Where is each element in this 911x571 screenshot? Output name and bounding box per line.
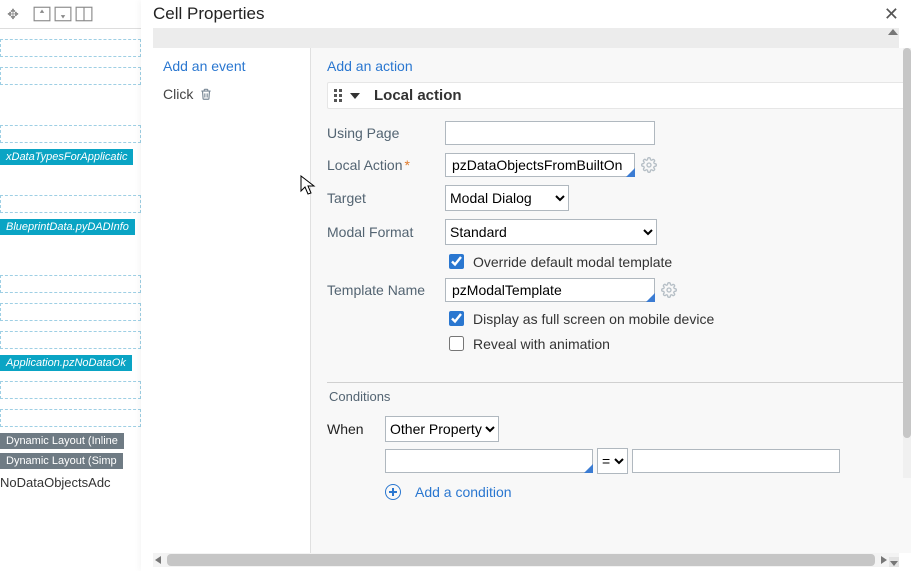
condition-rhs-input[interactable] <box>632 449 840 473</box>
full-screen-mobile-label[interactable]: Display as full screen on mobile device <box>473 310 714 328</box>
toolbar-icon <box>33 6 51 22</box>
design-canvas: ✥ xDataTypesForApplicatic BlueprintData.… <box>0 0 141 571</box>
gear-icon[interactable] <box>661 282 677 298</box>
gear-icon[interactable] <box>641 157 657 173</box>
dialog-header: Cell Properties ✕ <box>141 0 911 28</box>
condition-lhs-input[interactable] <box>385 449 593 473</box>
event-item-label: Click <box>163 86 193 102</box>
trash-icon[interactable] <box>199 87 213 101</box>
canvas-tag: xDataTypesForApplicatic <box>0 149 133 165</box>
conditions-heading: Conditions <box>327 383 907 410</box>
canvas-layout-tag: Dynamic Layout (Simp <box>0 453 123 469</box>
event-item[interactable]: Click <box>163 86 298 102</box>
canvas-plain-text: NoDataObjectsAdc <box>0 475 141 490</box>
canvas-row <box>0 39 141 57</box>
canvas-row <box>0 409 141 427</box>
label-local-action: Local Action* <box>327 157 445 173</box>
reveal-animation-label[interactable]: Reveal with animation <box>473 335 610 353</box>
modal-format-select[interactable]: Standard <box>445 219 657 245</box>
vertical-scrollbar[interactable] <box>903 48 911 478</box>
close-icon[interactable]: ✕ <box>884 5 899 23</box>
local-action-input[interactable] <box>445 153 635 177</box>
reveal-animation-checkbox[interactable] <box>449 336 464 351</box>
dialog-title: Cell Properties <box>153 4 265 24</box>
canvas-row <box>0 381 141 399</box>
add-action-link[interactable]: Add an action <box>327 58 907 74</box>
action-form: Using Page Local Action* <box>327 121 907 500</box>
toolbar-layout-icon <box>75 6 93 22</box>
canvas-row <box>0 125 141 143</box>
expand-icon[interactable] <box>350 93 360 99</box>
conditions-section: Conditions <box>327 382 907 410</box>
scroll-down-icon[interactable] <box>889 557 899 567</box>
add-condition-icon[interactable] <box>385 484 401 500</box>
canvas-toolbar: ✥ <box>0 0 141 29</box>
scroll-up-icon[interactable] <box>888 29 898 35</box>
action-header[interactable]: Local action <box>327 82 907 109</box>
scroll-right-icon[interactable] <box>881 556 887 564</box>
label-using-page: Using Page <box>327 125 445 141</box>
toolbar-icon: ✥ <box>4 6 22 22</box>
actions-panel: Add an action Local action Using Page <box>311 48 911 553</box>
when-label: When <box>327 421 375 437</box>
canvas-row <box>0 303 141 321</box>
cell-properties-dialog: Cell Properties ✕ Add an event Click Add… <box>141 0 911 571</box>
scrollbar-thumb[interactable] <box>903 48 911 438</box>
scroll-left-icon[interactable] <box>155 556 161 564</box>
label-template-name: Template Name <box>327 282 445 298</box>
canvas-row <box>0 331 141 349</box>
add-event-link[interactable]: Add an event <box>163 58 298 74</box>
template-name-input[interactable] <box>445 278 655 302</box>
canvas-row <box>0 275 141 293</box>
canvas-row <box>0 195 141 213</box>
label-target: Target <box>327 190 445 206</box>
override-template-label[interactable]: Override default modal template <box>473 253 672 271</box>
canvas-row <box>0 67 141 85</box>
canvas-layout-tag: Dynamic Layout (Inline <box>0 433 124 449</box>
action-name: Local action <box>368 87 462 104</box>
target-select[interactable]: Modal DialogReplace CurrentOverlay <box>445 185 569 211</box>
horizontal-scrollbar[interactable] <box>153 553 899 567</box>
when-type-select[interactable]: Other Property <box>385 416 499 442</box>
override-template-checkbox[interactable] <box>449 254 464 269</box>
canvas-tag: BlueprintData.pyDADInfo <box>0 219 135 235</box>
events-panel: Add an event Click <box>153 48 311 553</box>
add-condition-link[interactable]: Add a condition <box>415 484 512 500</box>
using-page-input[interactable] <box>445 121 655 145</box>
label-modal-format: Modal Format <box>327 224 445 240</box>
condition-operator-select[interactable]: = <box>597 448 628 474</box>
dialog-body-bar <box>153 28 899 48</box>
toolbar-icon <box>54 6 72 22</box>
canvas-tag: Application.pzNoDataOk <box>0 355 132 371</box>
scrollbar-thumb[interactable] <box>167 554 875 566</box>
full-screen-mobile-checkbox[interactable] <box>449 311 464 326</box>
drag-handle-icon[interactable] <box>334 89 342 102</box>
